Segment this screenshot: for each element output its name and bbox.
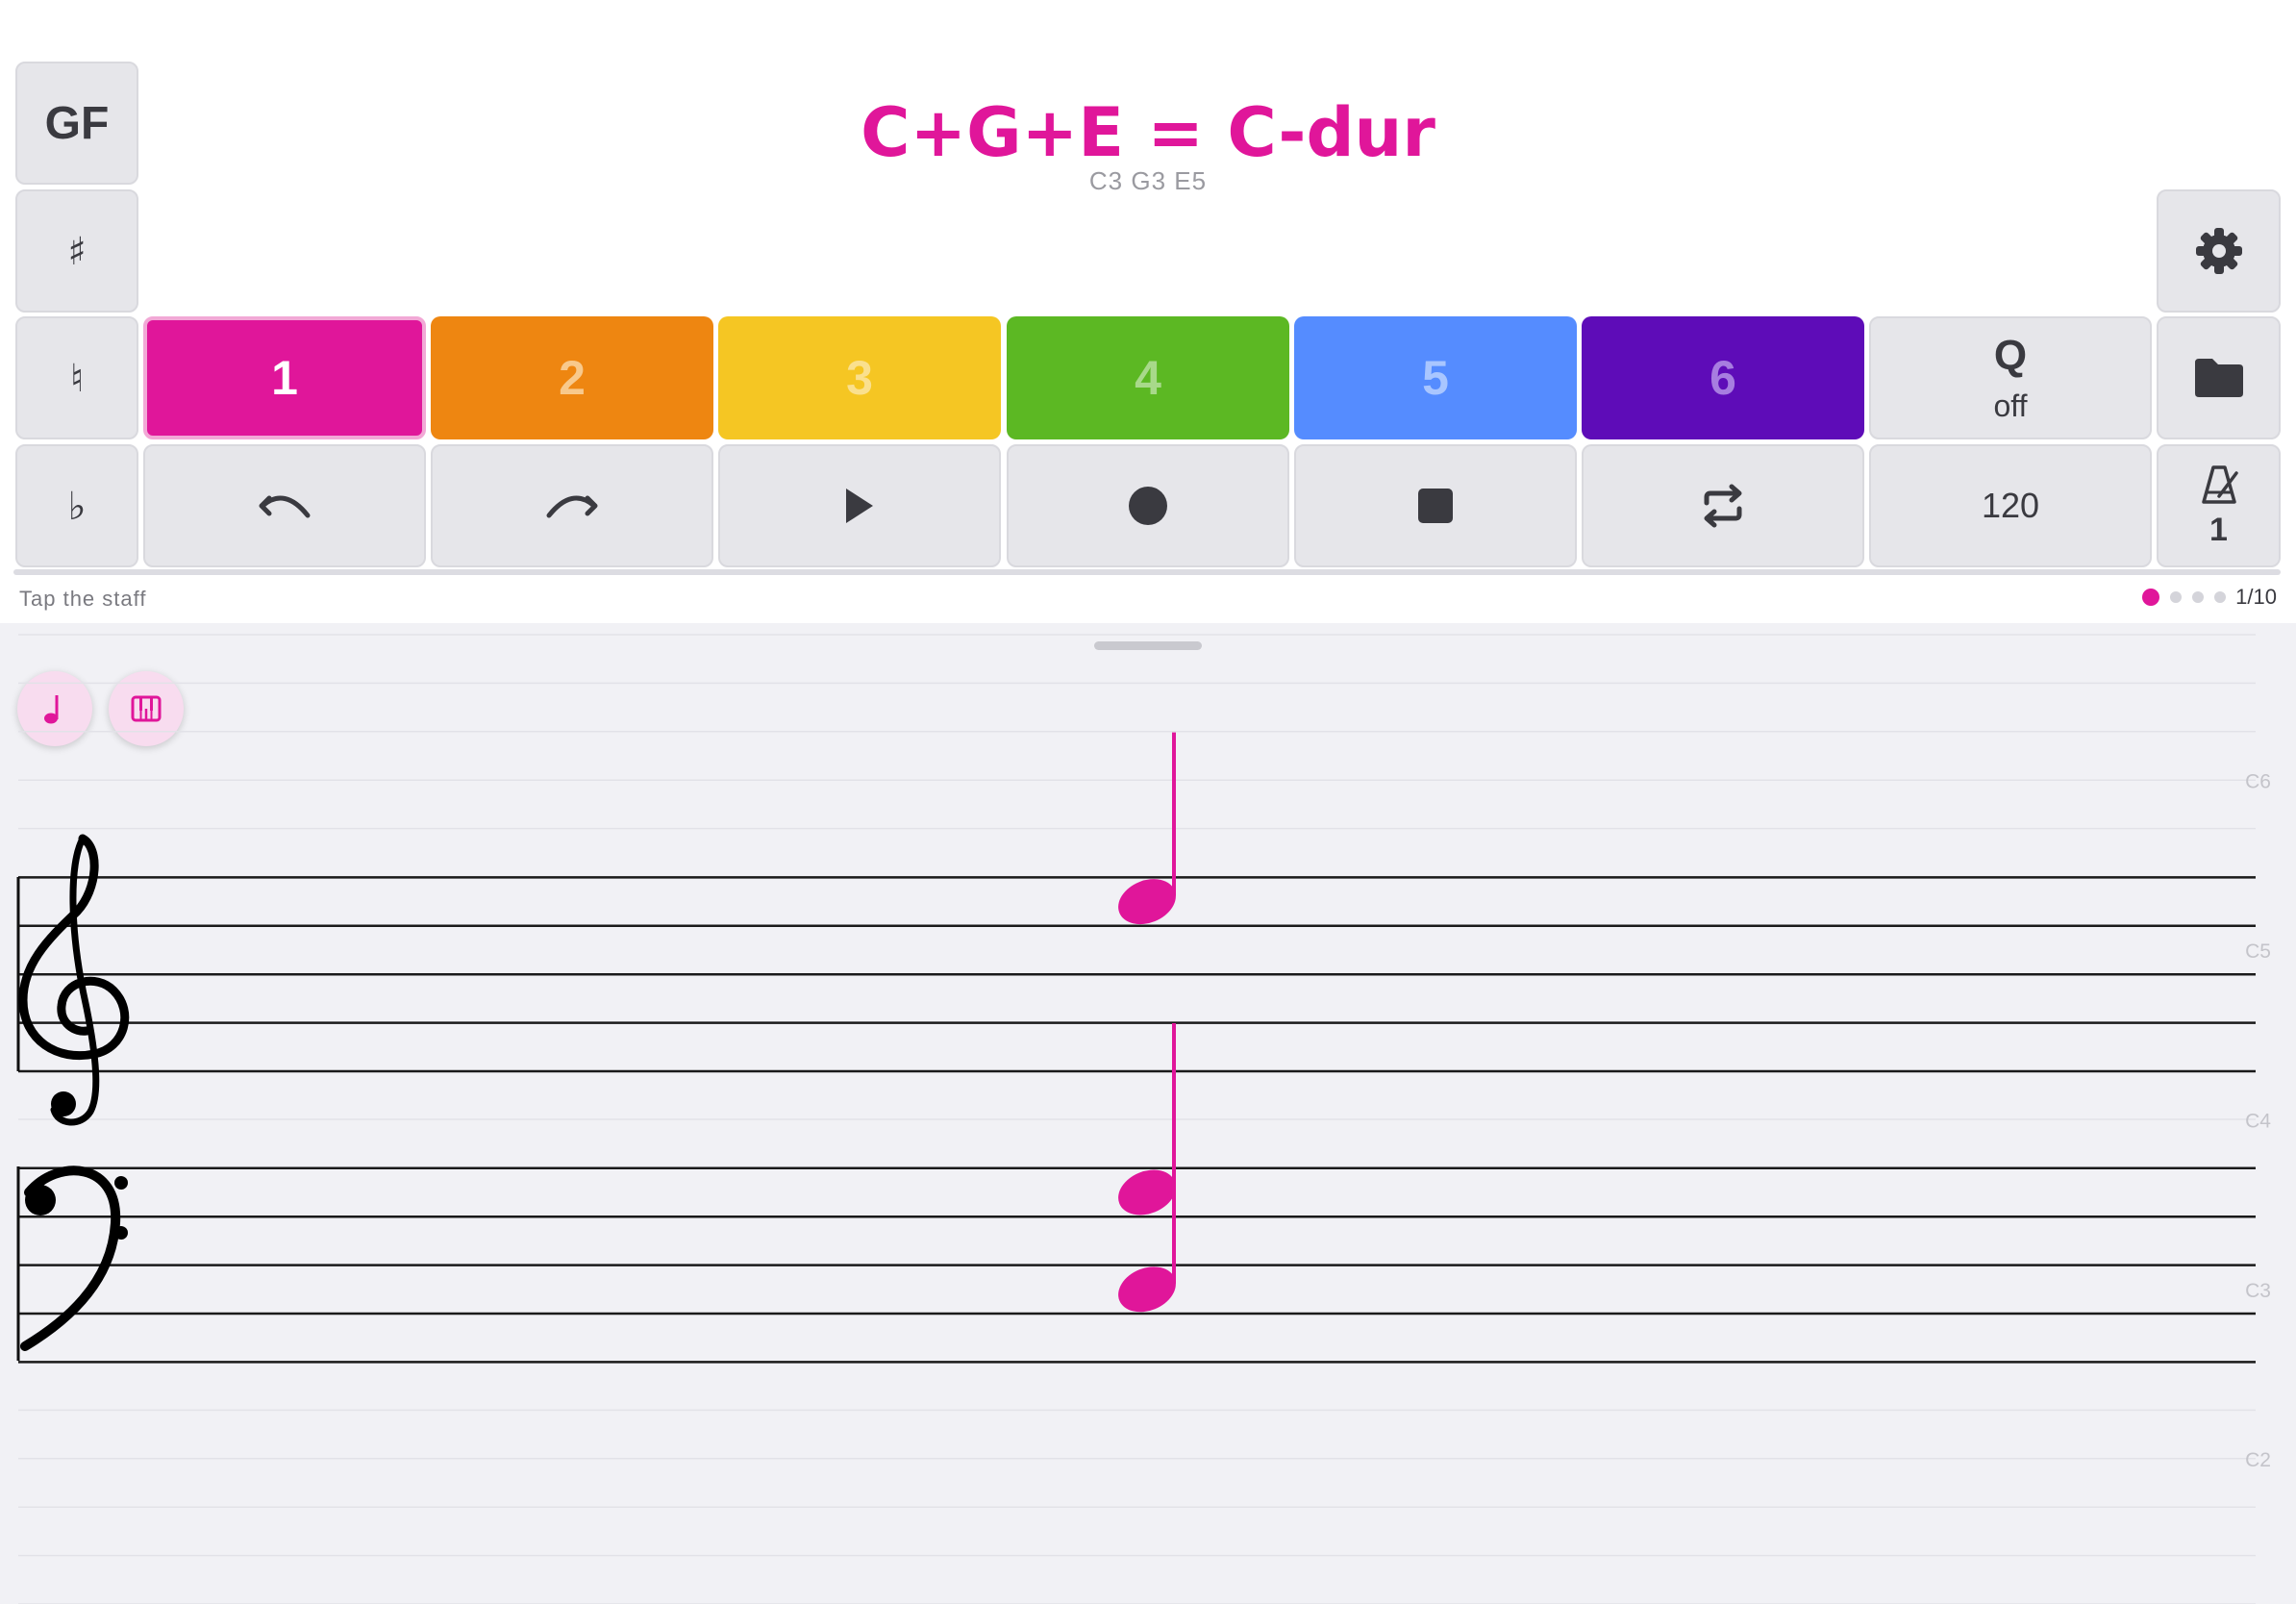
flat-button[interactable]: ♭: [15, 444, 138, 567]
voice-label-1: 1: [271, 351, 298, 405]
note-head-E5[interactable]: [1111, 871, 1183, 933]
voice-label-6: 6: [1710, 351, 1736, 405]
play-icon: [846, 489, 873, 523]
bass-clef: [20, 1165, 128, 1351]
page-dot: [2192, 591, 2205, 603]
note-head-C3[interactable]: [1111, 1259, 1183, 1320]
redo-icon: [546, 495, 598, 518]
voice-button-3[interactable]: 3: [718, 316, 1001, 439]
grand-staff[interactable]: C6 C5 C4 C3 C2: [0, 623, 2296, 1604]
play-button[interactable]: [718, 444, 1001, 567]
gear-icon: [2195, 228, 2242, 274]
voice-button-6[interactable]: 6: [1582, 316, 1864, 439]
undo-button[interactable]: [143, 444, 426, 567]
voice-button-4[interactable]: 4: [1007, 316, 1289, 439]
treble-clef: [18, 834, 130, 1126]
gf-label: GF: [44, 97, 110, 149]
files-button[interactable]: [2157, 316, 2281, 439]
page-dot-active: [2142, 589, 2160, 606]
sharp-label: ♯: [67, 228, 87, 274]
voice-label-5: 5: [1422, 351, 1449, 405]
voice-label-2: 2: [559, 351, 586, 405]
metronome-icon: [2201, 464, 2238, 504]
octave-label-C3: C3: [2245, 1280, 2271, 1302]
stop-icon: [1418, 489, 1453, 523]
gf-button[interactable]: GF: [15, 62, 138, 185]
tempo-value: 120: [1981, 486, 2040, 525]
redo-button[interactable]: [431, 444, 713, 567]
metronome-value: 1: [2209, 511, 2228, 548]
flat-label: ♭: [67, 483, 87, 529]
note-head-G3[interactable]: [1111, 1162, 1183, 1223]
chord-notes-group[interactable]: [1111, 732, 1183, 1320]
voice-label-3: 3: [846, 351, 873, 405]
octave-reference-labels: C6 C5 C4 C3 C2: [2245, 771, 2271, 1472]
sharp-button[interactable]: ♯: [15, 189, 138, 313]
octave-label-C2: C2: [2245, 1449, 2271, 1471]
quantize-label: Q: [1993, 332, 2028, 379]
page-counter: 1/10: [2235, 585, 2277, 609]
hint-text: Tap the staff: [19, 587, 147, 611]
metronome-button[interactable]: 1: [2157, 444, 2281, 567]
record-icon: [1129, 487, 1167, 525]
panel-separator: [13, 569, 2281, 575]
settings-button[interactable]: [2157, 189, 2281, 313]
page-indicator: 1/10: [2142, 585, 2277, 610]
chord-title: C+G+E = C-dur: [861, 93, 1435, 172]
voice-button-2[interactable]: 2: [431, 316, 713, 439]
page-dot: [2214, 591, 2227, 603]
record-button[interactable]: [1007, 444, 1289, 567]
octave-label-C6: C6: [2245, 771, 2271, 793]
voice-button-5[interactable]: 5: [1294, 316, 1577, 439]
chord-notes: C3 G3 E5: [1088, 166, 1208, 195]
octave-label-C4: C4: [2245, 1110, 2271, 1132]
quantize-value: off: [1993, 388, 2028, 423]
tempo-button[interactable]: 120: [1869, 444, 2152, 567]
octave-label-C5: C5: [2245, 940, 2271, 963]
stop-button[interactable]: [1294, 444, 1577, 567]
voice-button-1[interactable]: 1: [143, 316, 426, 439]
quantize-button[interactable]: Q off: [1869, 316, 2152, 439]
undo-icon: [259, 495, 311, 518]
voice-label-4: 4: [1135, 351, 1161, 405]
loop-icon: [1704, 484, 1742, 528]
ledger-guides: [18, 634, 2256, 1604]
loop-button[interactable]: [1582, 444, 1864, 567]
folder-icon: [2194, 359, 2243, 397]
page-dot: [2170, 591, 2183, 603]
natural-label: ♮: [69, 355, 85, 401]
natural-button[interactable]: ♮: [15, 316, 138, 439]
